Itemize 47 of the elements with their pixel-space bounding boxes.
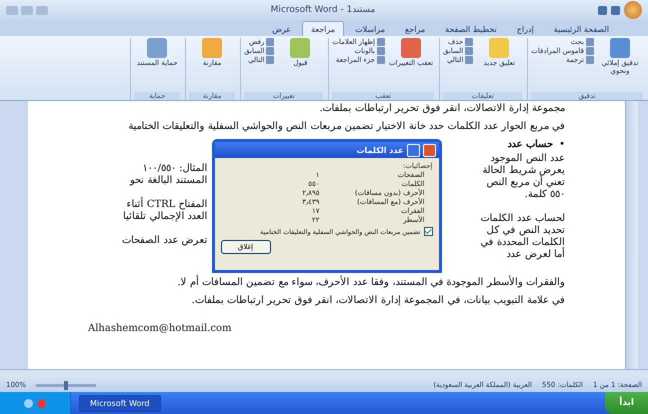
text-line: العدد الإجمالي تلقائيا <box>122 211 208 223</box>
close-icon[interactable] <box>422 144 436 156</box>
paragraph: والفقرات والأسطر الموجودة في المستند، وفقا عدد الأحرف، سواء مع تضمين المسافات أم لا. <box>88 277 565 289</box>
text-line: يعرض شريط الحالة <box>482 165 565 176</box>
vertical-scrollbar[interactable] <box>625 101 638 369</box>
toolbar-icon <box>202 38 222 58</box>
ribbon-tab[interactable]: مراسلات <box>346 21 394 36</box>
ribbon-tab[interactable]: مراجعة <box>302 21 344 36</box>
paragraph: مجموعة إدارة الاتصالات، انقر فوق تحرير ارتباطات بملفات. <box>318 103 565 115</box>
horizontal-scrollbar[interactable] <box>0 369 648 378</box>
window-title: مستند1 - Microsoft Word <box>270 5 376 15</box>
ribbon-tab[interactable]: عرض <box>263 21 300 36</box>
undo-icon[interactable] <box>598 6 607 14</box>
text-line: عدد النص الموجود <box>490 153 565 165</box>
ribbon-tab[interactable]: تخطيط الصفحة <box>436 21 506 36</box>
text-line: تعرض عدد الصفحات <box>121 235 208 247</box>
paragraph: في علامة التبويب بيانات، في المجموعة إدارة الاتصالات، انقر فوق تحرير ارتباطات بملفات. <box>190 295 565 307</box>
save-icon[interactable] <box>611 6 620 14</box>
toolbar-icon <box>401 38 422 58</box>
text-line: المثال: ١٠٠/٥٥٠ <box>142 163 208 175</box>
slider-thumb[interactable] <box>64 380 68 390</box>
email-text: Alhashemcom@hotmail.com <box>88 323 232 334</box>
maximize-icon[interactable] <box>21 6 33 14</box>
text-line: تعني أن مربع النص <box>485 177 565 189</box>
minimize-icon[interactable] <box>6 6 18 14</box>
help-icon[interactable] <box>406 144 420 156</box>
bullet-marker: • <box>559 139 565 151</box>
checkbox[interactable] <box>424 227 432 236</box>
text-line: الكلمات المحددة في <box>480 237 565 248</box>
toolbar-icon <box>290 38 310 58</box>
text-line: لحساب عدد الكلمات <box>480 213 565 225</box>
paragraph: في مربع الحوار عدد الكلمات حدد خانة الاختيار تضمين مربعات النص والحواشي السفلية والتعليقات الختامية <box>127 121 565 133</box>
ribbon-tab[interactable]: الصفحة الرئيسية <box>544 21 618 36</box>
text-line: ٥٥٠ كلمة. <box>524 189 565 201</box>
text-line: المفتاح CTRL أثناء <box>88 199 208 211</box>
toolbar-icon <box>610 38 630 58</box>
toolbar-icon <box>489 38 510 58</box>
ribbon-tab[interactable]: إدراج <box>508 21 543 36</box>
taskbar-button[interactable]: Microsoft Word <box>79 394 161 412</box>
dialog-title: عدد الكلمات <box>356 146 404 154</box>
text-line: المستند البالغة نحو <box>128 175 208 187</box>
bullet-heading: حساب عدد <box>508 139 554 151</box>
text-line: تحديد النص في كل <box>485 225 565 237</box>
office-button[interactable] <box>624 1 642 19</box>
toolbar-icon <box>147 38 168 58</box>
text-line: أما لعرض عدد <box>446 249 565 261</box>
ribbon-tab[interactable]: مراجع <box>396 21 434 36</box>
